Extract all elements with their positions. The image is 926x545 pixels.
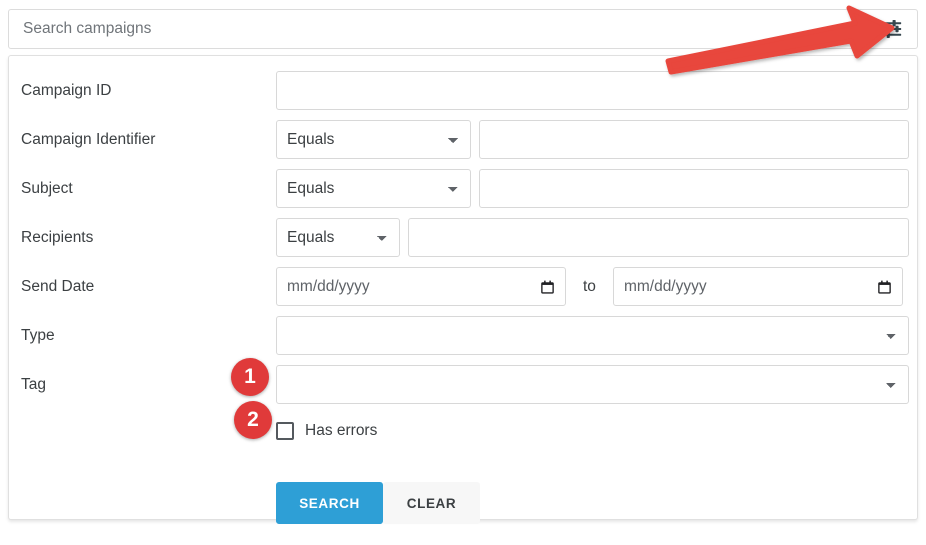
row-subject: Subject Equals <box>9 164 917 213</box>
controls-tag <box>276 365 909 404</box>
advanced-filter-panel: Campaign ID Campaign Identifier Equals S… <box>8 55 918 524</box>
controls-subject: Equals <box>276 169 909 208</box>
annotation-badge-1: 1 <box>231 358 269 396</box>
send-date-to-input[interactable]: mm/dd/yyyy <box>612 267 903 306</box>
label-send-date: Send Date <box>21 277 95 295</box>
label-type: Type <box>21 326 55 344</box>
clear-button[interactable]: CLEAR <box>383 482 480 524</box>
row-campaign-identifier: Campaign Identifier Equals <box>9 115 917 164</box>
row-recipients: Recipients Equals <box>9 213 917 262</box>
search-button[interactable]: SEARCH <box>276 482 383 524</box>
label-campaign-id: Campaign ID <box>21 81 112 99</box>
send-date-to-placeholder: mm/dd/yyyy <box>623 277 707 295</box>
row-type: Type <box>9 311 917 360</box>
campaign-identifier-input[interactable] <box>479 120 909 159</box>
row-has-errors: Has errors <box>9 409 917 453</box>
search-input[interactable] <box>23 20 881 38</box>
tag-select[interactable] <box>276 365 909 404</box>
row-tag: Tag <box>9 360 917 409</box>
controls-campaign-id <box>276 71 909 110</box>
search-campaigns-screen: Campaign ID Campaign Identifier Equals S… <box>0 0 926 545</box>
has-errors-label: Has errors <box>305 422 378 439</box>
row-send-date: Send Date mm/dd/yyyy to mm/dd/yyyy <box>9 262 917 311</box>
controls-type <box>276 316 909 355</box>
calendar-icon[interactable] <box>540 279 555 295</box>
recipients-input[interactable] <box>408 218 909 257</box>
label-campaign-identifier: Campaign Identifier <box>21 130 156 148</box>
tune-icon[interactable] <box>881 18 903 40</box>
has-errors-checkbox[interactable] <box>276 422 294 440</box>
label-subject: Subject <box>21 179 73 197</box>
campaign-identifier-operator-select[interactable]: Equals <box>276 120 471 159</box>
subject-input[interactable] <box>479 169 909 208</box>
annotation-badge-2: 2 <box>234 401 272 439</box>
send-date-from-placeholder: mm/dd/yyyy <box>287 277 370 295</box>
campaign-id-input[interactable] <box>276 71 909 110</box>
send-date-from-input[interactable]: mm/dd/yyyy <box>276 267 566 306</box>
filter-form: Campaign ID Campaign Identifier Equals S… <box>9 56 917 524</box>
controls-recipients: Equals <box>276 218 909 257</box>
controls-campaign-identifier: Equals <box>276 120 909 159</box>
date-range-separator: to <box>583 277 596 295</box>
form-actions: SEARCH CLEAR <box>9 482 917 524</box>
type-select[interactable] <box>276 316 909 355</box>
search-bar <box>8 9 918 49</box>
calendar-icon[interactable] <box>877 279 892 295</box>
controls-send-date: mm/dd/yyyy to mm/dd/yyyy <box>276 267 909 306</box>
recipients-operator-select[interactable]: Equals <box>276 218 400 257</box>
label-recipients: Recipients <box>21 228 94 246</box>
row-campaign-id: Campaign ID <box>9 66 917 115</box>
subject-operator-select[interactable]: Equals <box>276 169 471 208</box>
